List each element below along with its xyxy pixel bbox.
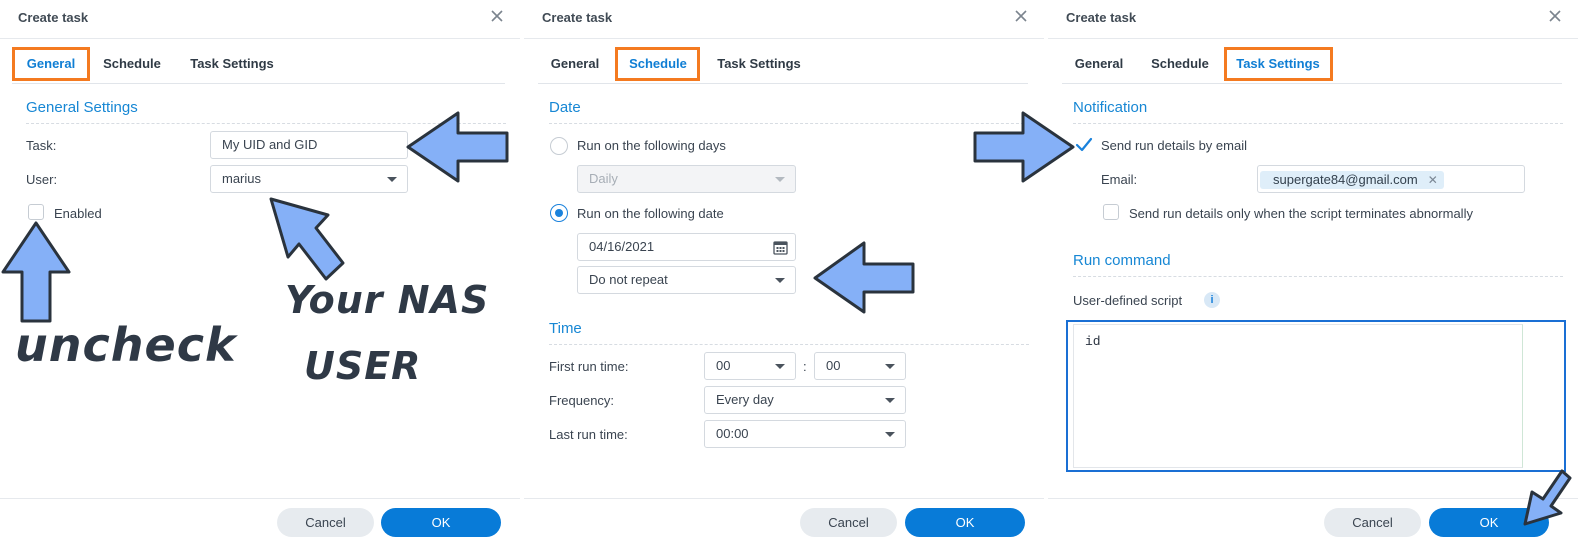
arrow-diagonal-annotation (269, 197, 345, 281)
task-label: Task: (26, 138, 57, 153)
frequency-value: Every day (716, 392, 774, 407)
section-title-notification: Notification (1073, 99, 1148, 116)
dialog-footer: Cancel OK (0, 498, 520, 549)
abnormal-label: Send run details only when the script te… (1129, 206, 1473, 221)
arrow-up-annotation (1, 221, 71, 323)
section-title-time: Time (549, 320, 582, 337)
ok-button[interactable]: OK (905, 508, 1025, 537)
frequency-select[interactable]: Every day (704, 386, 906, 414)
info-icon[interactable]: i (1204, 292, 1220, 308)
dialog-title: Create task (542, 10, 613, 25)
first-run-hour-select[interactable]: 00 (704, 352, 796, 380)
arrow-right-annotation (973, 111, 1075, 183)
script-textarea[interactable]: id (1073, 324, 1523, 468)
repeat-select[interactable]: Do not repeat (577, 266, 796, 294)
section-title-general-settings: General Settings (26, 99, 138, 116)
chevron-down-icon (387, 177, 397, 182)
email-chip: supergate84@gmail.com ✕ (1260, 171, 1444, 189)
days-select[interactable]: Daily (577, 165, 796, 193)
tab-schedule[interactable]: Schedule (96, 46, 168, 81)
chevron-down-icon (885, 432, 895, 437)
email-label: Email: (1101, 172, 1138, 187)
frequency-label: Frequency: (549, 393, 615, 408)
enabled-checkbox[interactable] (28, 204, 44, 220)
tab-highlight-box (615, 47, 700, 81)
chevron-down-icon (885, 364, 895, 369)
send-email-label: Send run details by email (1101, 138, 1247, 153)
chevron-down-icon (885, 398, 895, 403)
section-divider (549, 123, 1029, 124)
ok-button[interactable]: OK (381, 508, 501, 537)
user-label: User: (26, 172, 58, 187)
email-chip-text: supergate84@gmail.com (1273, 172, 1418, 187)
remove-icon[interactable]: ✕ (1428, 173, 1438, 187)
dialog-title: Create task (1066, 10, 1137, 25)
first-run-minute-value: 00 (826, 358, 841, 373)
tab-general[interactable]: General (1066, 46, 1132, 81)
last-run-select[interactable]: 00:00 (704, 420, 906, 448)
date-input[interactable]: 04/16/2021 (577, 233, 796, 261)
arrow-left-annotation (813, 241, 915, 314)
tab-task-settings[interactable]: Task Settings (180, 46, 284, 81)
tab-general[interactable]: General (542, 46, 608, 81)
enabled-label: Enabled (54, 206, 102, 221)
close-icon[interactable] (490, 9, 504, 23)
dialog-schedule: Create task General Schedule Task Settin… (524, 0, 1044, 549)
close-icon[interactable] (1014, 9, 1028, 23)
annotation-user: USER (304, 344, 422, 388)
dialog-titlebar: Create task (524, 0, 1044, 39)
annotation-uncheck: uncheck (15, 318, 237, 372)
section-title-run-command: Run command (1073, 252, 1171, 269)
run-date-radio[interactable] (550, 204, 568, 222)
cancel-button[interactable]: Cancel (1324, 508, 1421, 537)
time-colon: : (803, 359, 807, 374)
close-icon[interactable] (1548, 9, 1562, 23)
first-run-minute-select[interactable]: 00 (814, 352, 906, 380)
cancel-button[interactable]: Cancel (277, 508, 374, 537)
chevron-down-icon (775, 364, 785, 369)
section-title-date: Date (549, 99, 581, 116)
script-value: id (1085, 334, 1101, 349)
dialog-footer: Cancel OK (1048, 498, 1578, 549)
arrow-diagonal-ok-annotation (1523, 469, 1572, 526)
repeat-value: Do not repeat (589, 272, 668, 287)
dialog-titlebar: Create task (1048, 0, 1578, 39)
annotation-your-nas: Your NAS (285, 278, 490, 322)
chevron-down-icon (775, 177, 785, 182)
last-run-label: Last run time: (549, 427, 628, 442)
days-value: Daily (589, 171, 618, 186)
dialog-title: Create task (18, 10, 89, 25)
first-run-hour-value: 00 (716, 358, 731, 373)
tab-schedule[interactable]: Schedule (1144, 46, 1216, 81)
tab-highlight-box (1224, 47, 1333, 81)
first-run-label: First run time: (549, 359, 629, 374)
last-run-value: 00:00 (716, 426, 749, 441)
user-value: marius (222, 171, 262, 186)
task-name-value: My UID and GID (222, 137, 318, 152)
tab-bar: General Schedule Task Settings (538, 46, 1028, 84)
user-select[interactable]: marius (210, 165, 408, 193)
section-divider (1073, 123, 1563, 124)
email-input[interactable]: supergate84@gmail.com ✕ (1257, 165, 1525, 193)
section-divider (549, 344, 1029, 345)
dialog-footer: Cancel OK (524, 498, 1044, 549)
chevron-down-icon (775, 278, 785, 283)
date-value: 04/16/2021 (589, 239, 655, 254)
tab-task-settings[interactable]: Task Settings (706, 46, 812, 81)
task-name-input[interactable]: My UID and GID (210, 131, 408, 159)
section-divider (1073, 276, 1563, 277)
tab-highlight-box (12, 47, 90, 81)
cancel-button[interactable]: Cancel (800, 508, 897, 537)
run-days-radio[interactable] (550, 137, 568, 155)
arrow-left-annotation (406, 111, 509, 183)
abnormal-checkbox[interactable] (1103, 204, 1119, 220)
calendar-icon[interactable] (773, 240, 788, 255)
run-date-label: Run on the following date (577, 206, 724, 221)
dialog-task-settings: Create task General Schedule Task Settin… (1048, 0, 1578, 549)
send-email-checkbox[interactable] (1075, 137, 1093, 153)
run-days-label: Run on the following days (577, 138, 726, 153)
dialog-general: Create task General Schedule Task Settin… (0, 0, 520, 549)
script-label: User-defined script (1073, 293, 1183, 308)
dialog-titlebar: Create task (0, 0, 520, 39)
